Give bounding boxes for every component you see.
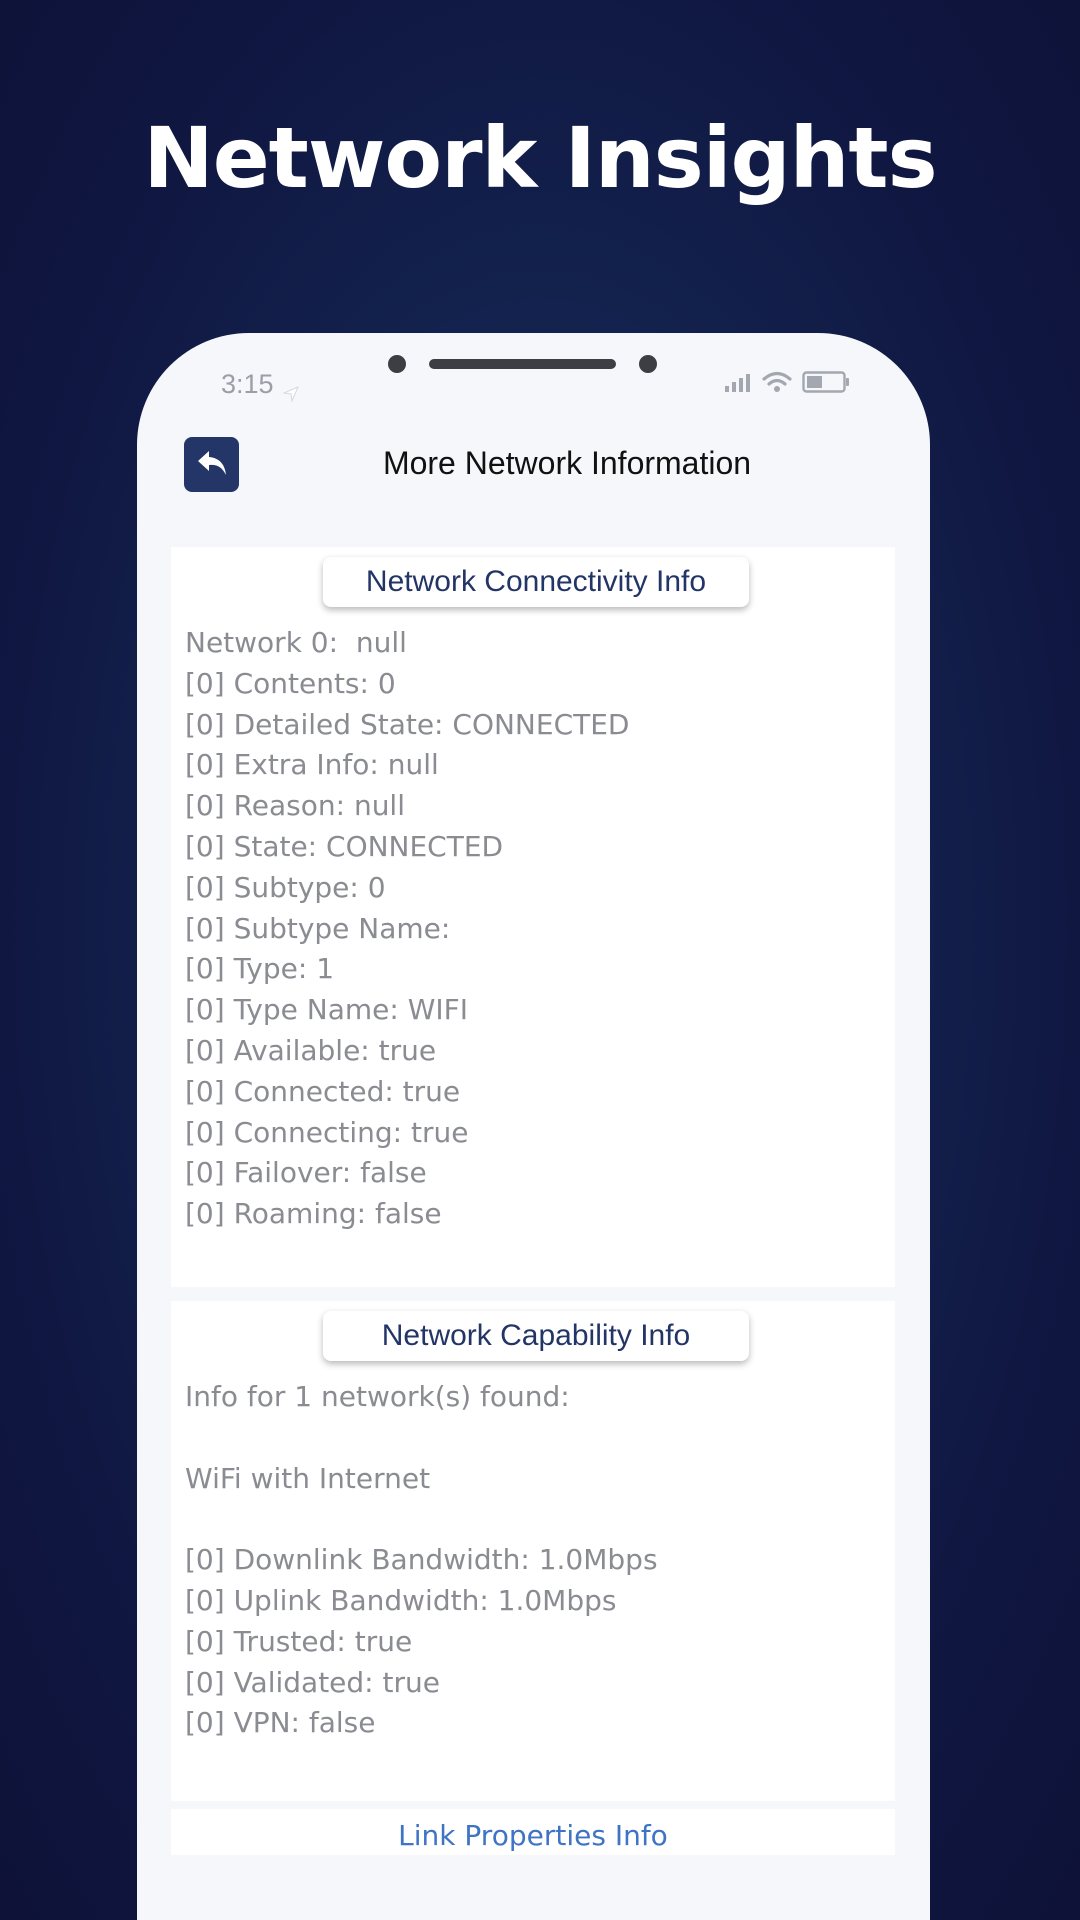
list-item: [0] Reason: null — [185, 789, 405, 823]
connectivity-info-list: Network 0: null [0] Contents: 0 [0] Deta… — [185, 623, 629, 1235]
list-item: Info for 1 network(s) found: — [185, 1380, 570, 1413]
status-time-text: 3:15 — [221, 369, 274, 399]
list-item — [185, 1499, 658, 1540]
connectivity-card: Network Connectivity Info Network 0: nul… — [171, 547, 895, 1287]
page-title: More Network Information — [382, 445, 752, 481]
connectivity-card-title: Network Connectivity Info — [323, 557, 749, 607]
list-item: [0] Failover: false — [185, 1156, 427, 1190]
status-bar-icons — [724, 371, 850, 397]
list-item — [185, 1418, 658, 1459]
list-item: [0] Extra Info: null — [185, 748, 439, 782]
wifi-icon — [762, 371, 792, 397]
proximity-sensor-dot — [639, 355, 657, 373]
list-item: [0] Downlink Bandwidth: 1.0Mbps — [185, 1543, 658, 1577]
list-item: [0] Available: true — [185, 1033, 437, 1067]
status-bar-time: 3:15 — [221, 369, 300, 403]
list-item: [0] Subtype Name: — [185, 911, 451, 945]
list-item: Network 0: null — [185, 626, 407, 659]
list-item: [0] Validated: true — [185, 1665, 440, 1699]
list-item: [0] State: CONNECTED — [185, 829, 504, 863]
app-header: More Network Information — [137, 433, 930, 543]
signal-icon — [724, 372, 752, 396]
list-item: [0] Roaming: false — [185, 1197, 442, 1231]
list-item: [0] Type: 1 — [185, 952, 335, 986]
list-item: [0] Type Name: WIFI — [185, 993, 469, 1027]
list-item: [0] Trusted: true — [185, 1624, 413, 1658]
location-arrow-icon — [282, 378, 300, 403]
list-item: [0] Detailed State: CONNECTED — [185, 707, 630, 741]
capability-card-title: Network Capability Info — [323, 1311, 749, 1361]
link-properties-title[interactable]: Link Properties Info — [171, 1819, 895, 1852]
list-item: [0] Uplink Bandwidth: 1.0Mbps — [185, 1583, 617, 1617]
capability-card: Network Capability Info Info for 1 netwo… — [171, 1301, 895, 1801]
back-button[interactable] — [184, 437, 239, 492]
list-item: [0] Connecting: true — [185, 1115, 469, 1149]
battery-icon — [802, 371, 850, 397]
link-properties-card: Link Properties Info — [171, 1809, 895, 1855]
promo-headline: Network Insights — [143, 109, 937, 207]
back-arrow-icon — [195, 447, 229, 483]
list-item: WiFi with Internet — [185, 1461, 431, 1495]
front-camera-dot — [388, 355, 406, 373]
list-item: [0] Subtype: 0 — [185, 870, 386, 904]
list-item: [0] Contents: 0 — [185, 666, 396, 700]
earpiece-speaker — [429, 359, 616, 369]
capability-info-list: Info for 1 network(s) found: WiFi with I… — [185, 1377, 658, 1744]
list-item: [0] VPN: false — [185, 1706, 376, 1740]
phone-frame: 3:15 More Network Information Network Co… — [137, 333, 930, 1920]
list-item: [0] Connected: true — [185, 1074, 461, 1108]
